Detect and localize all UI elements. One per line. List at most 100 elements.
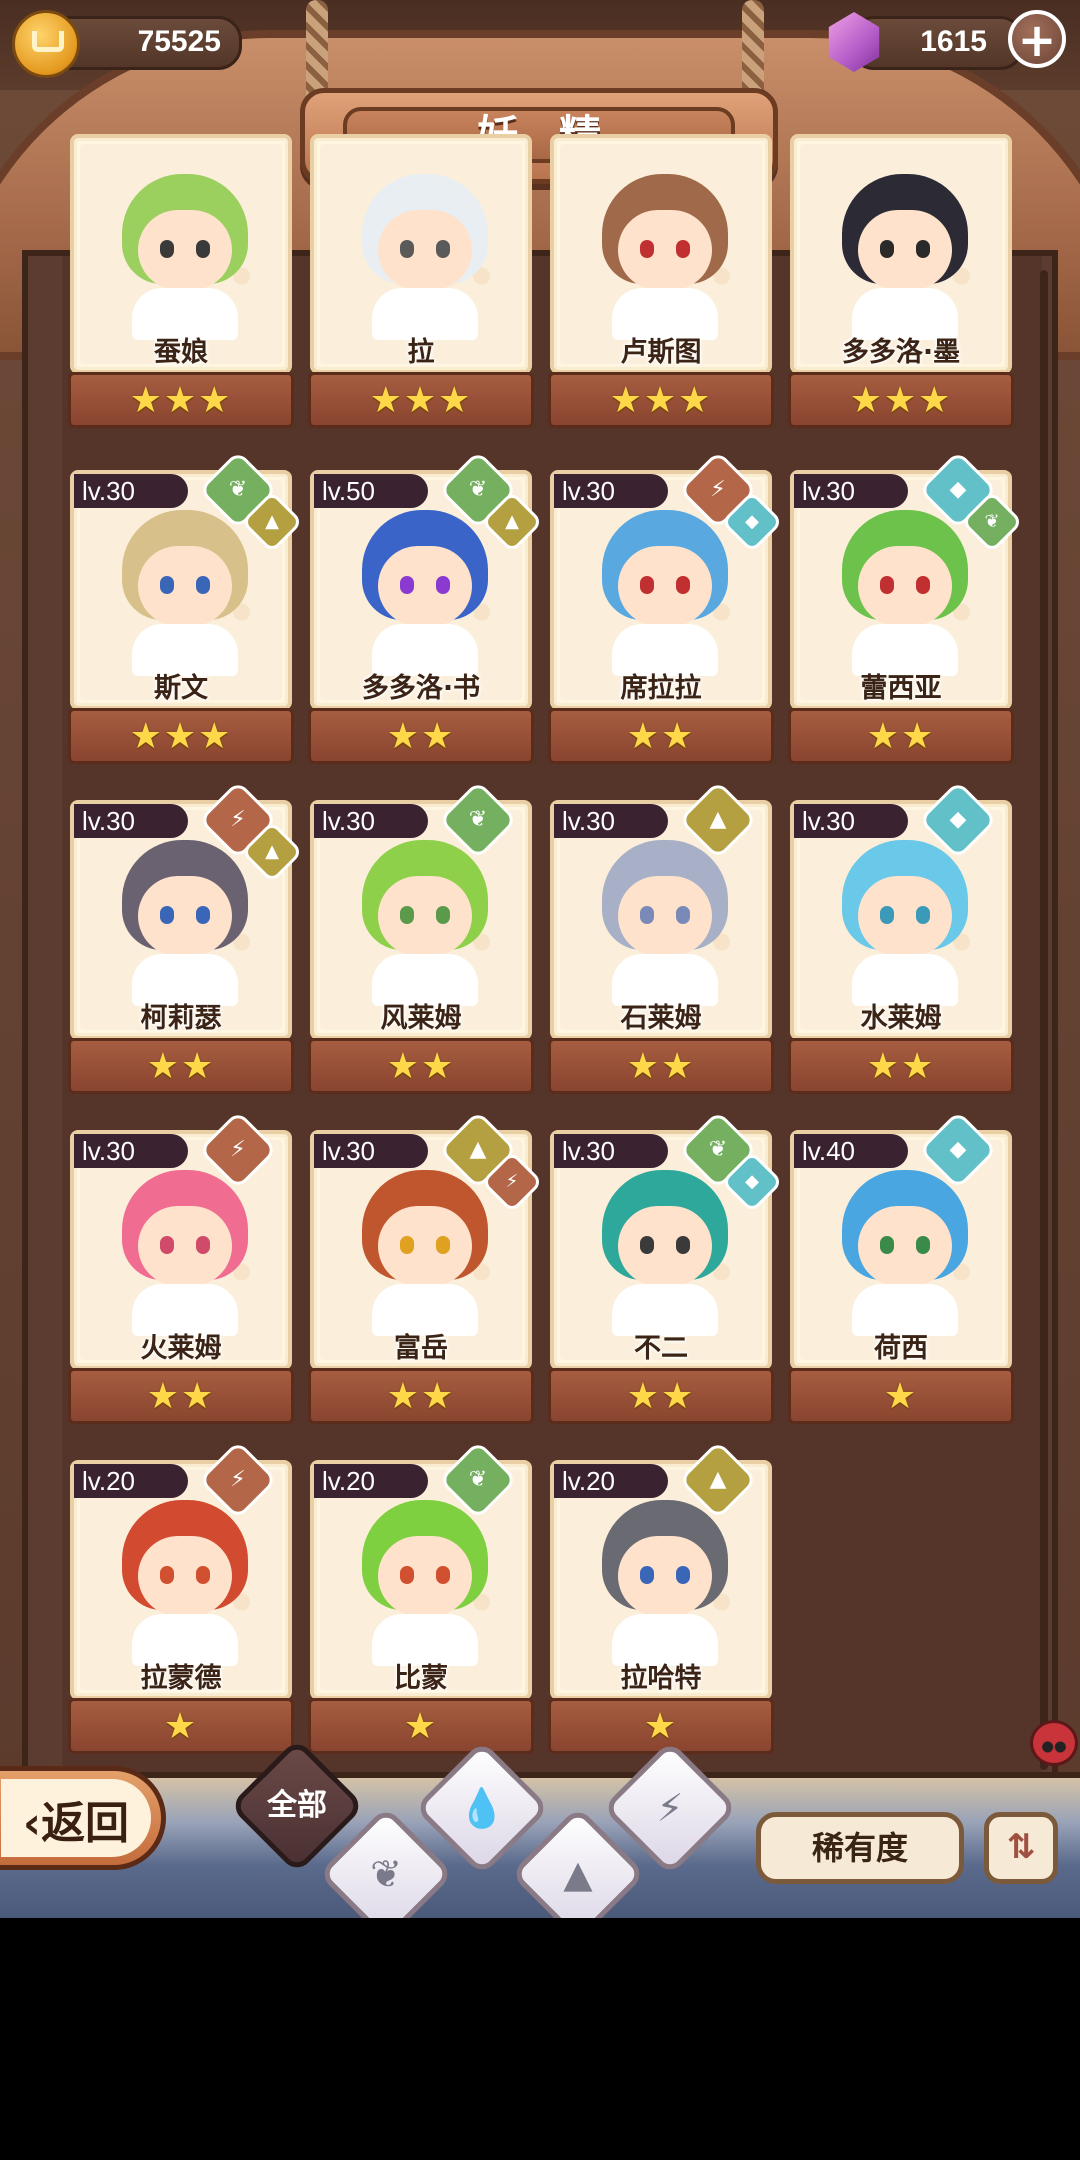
fairy-name: 柯莉瑟 [140,1003,222,1034]
fairy-card[interactable]: 斯文 ★★★ lv.30 ❦ ▲ [68,450,304,770]
portrait-eye [880,576,894,594]
star-plank: ★★ [788,1038,1014,1094]
fairy-name: 荷西 [874,1333,928,1364]
fairy-name: 比蒙 [394,1663,448,1694]
fairy-portrait [342,504,508,676]
star-plank: ★★ [308,708,534,764]
star-rating: ★★ [866,1046,936,1087]
portrait-eye [196,1566,210,1584]
fairy-card-grid: 蚕娘 ★★★ 拉 ★★★ 卢斯图 ★★★ 多多洛·墨 ★★★ 斯文 ★★★ lv.30 ❦ ▲ 多多洛·书… [0,0,1080,1918]
level-badge: lv.30 [554,474,668,508]
star-plank: ★ [788,1368,1014,1424]
fairy-name: 水莱姆 [860,1003,942,1034]
star-rating: ★★★ [849,380,953,421]
portrait-eye [436,1566,450,1584]
level-badge: lv.30 [314,1134,428,1168]
portrait-face [858,1206,952,1286]
star-rating: ★★ [386,716,456,757]
fairy-card[interactable]: 蚕娘 ★★★ [68,134,294,434]
fairy-card[interactable]: 石莱姆 ★★ lv.30 ▲ [548,780,774,1100]
fairy-portrait [102,1494,268,1666]
level-badge: lv.20 [554,1464,668,1498]
star-plank: ★★ [548,1038,774,1094]
portrait-eye [196,576,210,594]
star-rating: ★★★ [369,380,473,421]
portrait-eye [160,576,174,594]
level-badge: lv.30 [554,1134,668,1168]
fairy-portrait [102,168,268,340]
star-rating: ★★★ [129,716,233,757]
fairy-card[interactable]: 不二 ★★ lv.30 ❦ ◆ [548,1110,784,1430]
fairy-card[interactable]: 多多洛·书 ★★ lv.50 ❦ ▲ [308,450,544,770]
portrait-eye [916,576,930,594]
star-plank: ★ [68,1698,294,1754]
portrait-eye [676,906,690,924]
fairy-card[interactable]: 水莱姆 ★★ lv.30 ◆ [788,780,1014,1100]
lightning-rock-icon: ⚡ [656,1786,684,1830]
star-plank: ★★★ [548,372,774,428]
portrait-eye [640,576,654,594]
portrait-eye [676,1236,690,1254]
portrait-eye [400,1236,414,1254]
portrait-eye [400,906,414,924]
fairy-card[interactable]: 比蒙 ★ lv.20 ❦ [308,1440,534,1760]
fairy-card[interactable]: 多多洛·墨 ★★★ [788,134,1014,434]
fairy-portrait [822,1164,988,1336]
fairy-card[interactable]: 荷西 ★ lv.40 ◆ [788,1110,1014,1430]
fairy-name: 蚕娘 [154,337,208,368]
portrait-eye [436,1236,450,1254]
fairy-card[interactable]: 富岳 ★★ lv.30 ▲ ⚡ [308,1110,544,1430]
fairy-card[interactable]: 蕾西亚 ★★ lv.30 ◆ ❦ [788,450,1024,770]
fairy-portrait [342,834,508,1006]
star-plank: ★ [308,1698,534,1754]
star-rating: ★★ [626,1376,696,1417]
back-button[interactable]: ‹返回 [0,1766,166,1870]
ladybug-icon[interactable] [1030,1720,1078,1766]
fairy-portrait [102,504,268,676]
fairy-portrait [342,1494,508,1666]
fairy-name: 拉哈特 [620,1663,702,1694]
fairy-portrait [342,1164,508,1336]
rarity-sort-button[interactable]: 稀有度 [756,1812,964,1884]
star-plank: ★★ [788,708,1014,764]
portrait-eye [196,906,210,924]
fairy-card[interactable]: 火莱姆 ★★ lv.30 ⚡ [68,1110,294,1430]
portrait-eye [400,240,414,258]
mountain-icon: ▲ [563,1852,593,1896]
portrait-eye [196,1236,210,1254]
fairy-card[interactable]: 拉蒙德 ★ lv.20 ⚡ [68,1440,294,1760]
star-rating: ★ [643,1706,679,1747]
fairy-card[interactable]: 柯莉瑟 ★★ lv.30 ⚡ ▲ [68,780,304,1100]
star-plank: ★★★ [68,708,294,764]
star-rating: ★★ [626,716,696,757]
portrait-eye [916,906,930,924]
fairy-card[interactable]: 风莱姆 ★★ lv.30 ❦ [308,780,534,1100]
black-bottom-area [0,1918,1080,2160]
level-badge: lv.30 [314,804,428,838]
portrait-eye [880,906,894,924]
portrait-eye [880,240,894,258]
fairy-card[interactable]: 席拉拉 ★★ lv.30 ⚡ ◆ [548,450,784,770]
portrait-face [138,1536,232,1616]
portrait-face [138,546,232,626]
portrait-eye [916,240,930,258]
star-rating: ★★ [386,1046,456,1087]
fairy-name: 富岳 [394,1333,448,1364]
portrait-eye [160,906,174,924]
star-rating: ★★★ [129,380,233,421]
fairy-name: 火莱姆 [140,1333,222,1364]
fairy-card[interactable]: 拉 ★★★ [308,134,534,434]
fairy-name: 斯文 [154,673,208,704]
portrait-face [618,876,712,956]
star-plank: ★★★ [788,372,1014,428]
portrait-eye [160,1236,174,1254]
portrait-face [618,546,712,626]
fairy-card[interactable]: 拉哈特 ★ lv.20 ▲ [548,1440,774,1760]
water-drop-icon: 💧 [458,1786,506,1830]
portrait-face [378,1206,472,1286]
portrait-eye [676,240,690,258]
fairy-portrait [822,168,988,340]
sort-list-icon[interactable]: ⇅ [984,1812,1058,1884]
fairy-card[interactable]: 卢斯图 ★★★ [548,134,774,434]
portrait-face [618,210,712,290]
